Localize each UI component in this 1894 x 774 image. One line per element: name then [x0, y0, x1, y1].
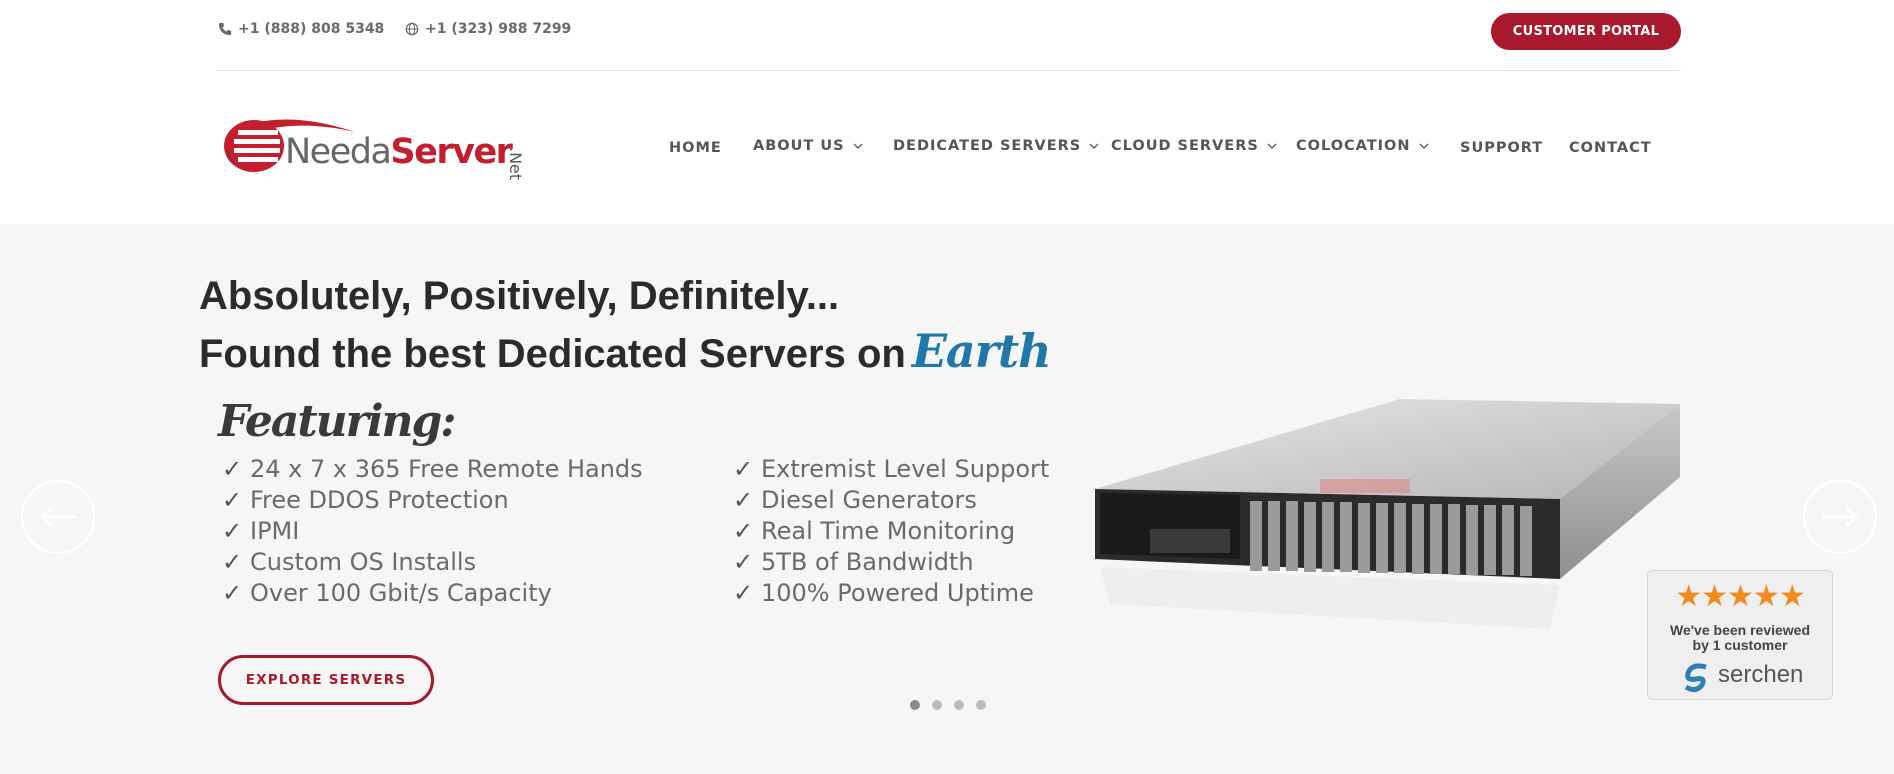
- top-divider: [217, 70, 1681, 71]
- phone-icon: [218, 22, 232, 36]
- hero-headline-line2: Found the best Dedicated Servers on Earth: [199, 324, 1052, 378]
- check-icon: ✓: [222, 485, 243, 514]
- phone-primary-text: +1 (888) 808 5348: [238, 21, 385, 37]
- serchen-review-badge[interactable]: ★★★★★ We've been reviewed by 1 customer …: [1647, 570, 1833, 700]
- phone-primary[interactable]: +1 (888) 808 5348: [218, 21, 384, 37]
- site-logo[interactable]: NeedaServer .Net: [220, 112, 540, 182]
- hero-slider: Absolutely, Positively, Definitely... Fo…: [0, 224, 1894, 774]
- check-icon: ✓: [222, 547, 243, 576]
- check-icon: ✓: [222, 516, 243, 545]
- serchen-brand: serchen: [1718, 661, 1804, 688]
- list-item: ✓ Diesel Generators: [733, 485, 977, 514]
- nav-dedicated-servers[interactable]: DEDICATED SERVERS: [893, 138, 1099, 154]
- list-item: ✓ Free DDOS Protection: [222, 485, 509, 514]
- hero-headline-line1: Absolutely, Positively, Definitely...: [199, 274, 840, 318]
- featuring-heading: Featuring:: [218, 396, 457, 447]
- list-item: ✓ 100% Powered Uptime: [733, 578, 1034, 607]
- rating-stars-icon: ★★★★★: [1675, 580, 1805, 613]
- features-list-right: ✓ Extremist Level Support ✓ Diesel Generat…: [733, 453, 1049, 608]
- nav-support[interactable]: SUPPORT: [1460, 140, 1543, 156]
- list-item: ✓ Custom OS Installs: [222, 547, 477, 576]
- globe-icon: [405, 22, 419, 36]
- check-icon: ✓: [733, 454, 754, 483]
- nav-cloud-servers[interactable]: CLOUD SERVERS: [1111, 138, 1277, 154]
- check-icon: ✓: [222, 454, 243, 483]
- slider-pagination: [910, 700, 986, 710]
- slide-dot-2[interactable]: [932, 700, 942, 710]
- check-icon: ✓: [222, 578, 243, 607]
- arrow-right-icon: [1822, 506, 1859, 528]
- review-text-line2: by 1 customer: [1692, 637, 1788, 653]
- slider-next-button[interactable]: [1803, 480, 1877, 554]
- review-text-line1: We've been reviewed: [1669, 622, 1811, 638]
- arrow-left-icon: [39, 506, 76, 528]
- list-item: ✓ Extremist Level Support: [733, 454, 1050, 483]
- customer-portal-button[interactable]: CUSTOMER PORTAL: [1491, 13, 1681, 50]
- features-list-left: ✓ 24 x 7 x 365 Free Remote Hands ✓ Free DD…: [222, 453, 643, 608]
- check-icon: ✓: [733, 578, 754, 607]
- chevron-down-icon: [1419, 143, 1428, 149]
- list-item: ✓ 5TB of Bandwidth: [733, 547, 974, 576]
- nav-contact[interactable]: CONTACT: [1569, 140, 1652, 156]
- list-item: ✓ Real Time Monitoring: [733, 516, 1016, 545]
- chevron-down-icon: [853, 143, 862, 149]
- check-icon: ✓: [733, 547, 754, 576]
- chevron-down-icon: [1267, 143, 1277, 149]
- list-item: ✓ 24 x 7 x 365 Free Remote Hands: [222, 454, 643, 483]
- slide-dot-1[interactable]: [910, 700, 920, 710]
- list-item: ✓ IPMI: [222, 516, 300, 545]
- logo-suffix: .Net: [506, 147, 525, 181]
- explore-servers-button[interactable]: EXPLORE SERVERS: [218, 655, 434, 705]
- slide-dot-4[interactable]: [976, 700, 986, 710]
- check-icon: ✓: [733, 485, 754, 514]
- slider-prev-button[interactable]: [21, 480, 95, 554]
- list-item: ✓ Over 100 Gbit/s Capacity: [222, 578, 552, 607]
- hero-headline-accent: Earth: [911, 324, 1052, 378]
- chevron-down-icon: [1089, 143, 1099, 149]
- serchen-logo-icon: [1684, 663, 1707, 693]
- phone-secondary-text: +1 (323) 988 7299: [425, 21, 572, 37]
- phone-secondary[interactable]: +1 (323) 988 7299: [405, 21, 571, 37]
- nav-home[interactable]: HOME: [669, 140, 722, 156]
- server-rack-image: [1095, 399, 1680, 629]
- check-icon: ✓: [733, 516, 754, 545]
- nav-colocation[interactable]: COLOCATION: [1296, 138, 1429, 154]
- slide-dot-3[interactable]: [954, 700, 964, 710]
- nav-about-us[interactable]: ABOUT US: [753, 138, 863, 154]
- top-bar: +1 (888) 808 5348 +1 (323) 988 7299 CUST…: [0, 0, 1894, 70]
- logo-wordmark: NeedaServer: [285, 132, 513, 172]
